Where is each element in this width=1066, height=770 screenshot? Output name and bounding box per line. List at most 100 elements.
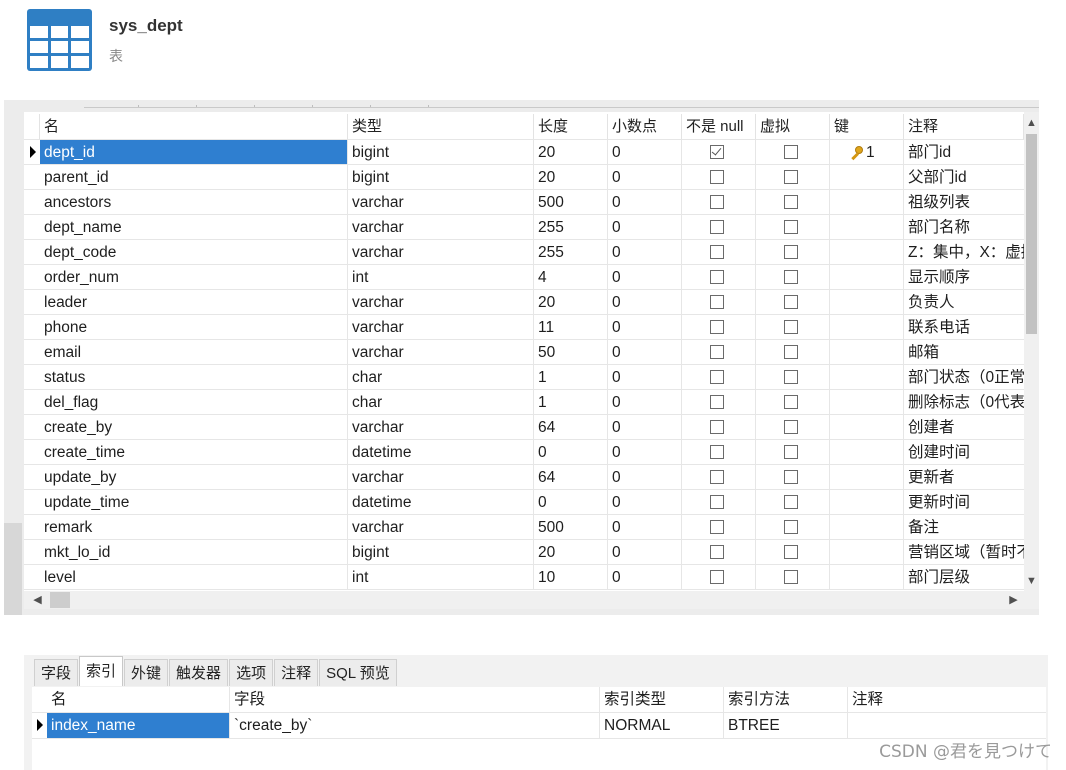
tab-options[interactable]: 选项 xyxy=(229,659,274,686)
virtual-checkbox[interactable] xyxy=(784,170,798,184)
row-indicator-cell[interactable] xyxy=(24,465,40,490)
field-decimals-cell[interactable]: 0 xyxy=(608,540,682,565)
not-null-checkbox[interactable] xyxy=(710,295,724,309)
field-type-cell[interactable]: int xyxy=(348,565,534,590)
field-name-cell[interactable]: leader xyxy=(40,290,348,315)
col-header-name[interactable]: 名 xyxy=(40,114,348,140)
virtual-checkbox[interactable] xyxy=(784,470,798,484)
field-type-cell[interactable]: varchar xyxy=(348,290,534,315)
virtual-cell[interactable] xyxy=(756,165,830,190)
field-decimals-cell[interactable]: 0 xyxy=(608,165,682,190)
field-length-cell[interactable]: 0 xyxy=(534,490,608,515)
field-type-cell[interactable]: bigint xyxy=(348,165,534,190)
fields-grid[interactable]: 名类型 长度 小数点 不是 null 虚拟键注释 dept_id bigint 20 0 1 部门… xyxy=(24,112,1024,591)
virtual-checkbox[interactable] xyxy=(784,320,798,334)
field-comment-cell[interactable]: 联系电话 xyxy=(904,315,1024,340)
field-row[interactable]: email varchar 50 0 邮箱 xyxy=(24,340,1024,365)
field-type-cell[interactable]: bigint xyxy=(348,140,534,165)
vertical-scrollbar[interactable]: ▲ ▼ xyxy=(1024,112,1039,591)
key-cell[interactable] xyxy=(830,215,904,240)
field-row[interactable]: parent_id bigint 20 0 父部门id xyxy=(24,165,1024,190)
virtual-cell[interactable] xyxy=(756,215,830,240)
virtual-checkbox[interactable] xyxy=(784,495,798,509)
row-indicator-cell[interactable] xyxy=(24,415,40,440)
key-cell[interactable] xyxy=(830,440,904,465)
row-indicator-cell[interactable] xyxy=(24,140,40,165)
row-indicator-cell[interactable] xyxy=(24,565,40,590)
field-row[interactable]: remark varchar 500 0 备注 xyxy=(24,515,1024,540)
field-comment-cell[interactable]: 部门id xyxy=(904,140,1024,165)
not-null-cell[interactable] xyxy=(682,165,756,190)
key-cell[interactable]: 1 xyxy=(830,140,904,165)
col-header-index-type[interactable]: 索引类型 xyxy=(600,687,724,713)
field-decimals-cell[interactable]: 0 xyxy=(608,565,682,590)
virtual-checkbox[interactable] xyxy=(784,570,798,584)
col-header-comment[interactable]: 注释 xyxy=(904,114,1024,140)
field-type-cell[interactable]: bigint xyxy=(348,540,534,565)
key-cell[interactable] xyxy=(830,515,904,540)
field-decimals-cell[interactable]: 0 xyxy=(608,190,682,215)
field-decimals-cell[interactable]: 0 xyxy=(608,515,682,540)
virtual-checkbox[interactable] xyxy=(784,545,798,559)
virtual-cell[interactable] xyxy=(756,565,830,590)
field-row[interactable]: dept_name varchar 255 0 部门名称 xyxy=(24,215,1024,240)
col-header-index-method[interactable]: 索引方法 xyxy=(724,687,848,713)
field-row[interactable]: mkt_lo_id bigint 20 0 营销区域（暂时不 xyxy=(24,540,1024,565)
virtual-cell[interactable] xyxy=(756,340,830,365)
field-type-cell[interactable]: int xyxy=(348,265,534,290)
key-cell[interactable] xyxy=(830,490,904,515)
not-null-cell[interactable] xyxy=(682,440,756,465)
key-cell[interactable] xyxy=(830,190,904,215)
col-header-index-name[interactable]: 名 xyxy=(47,687,230,713)
virtual-cell[interactable] xyxy=(756,315,830,340)
field-decimals-cell[interactable]: 0 xyxy=(608,365,682,390)
key-cell[interactable] xyxy=(830,315,904,340)
field-type-cell[interactable]: varchar xyxy=(348,465,534,490)
field-row[interactable]: dept_code varchar 255 0 Z：集中，X：虚拟 xyxy=(24,240,1024,265)
virtual-checkbox[interactable] xyxy=(784,220,798,234)
field-length-cell[interactable]: 1 xyxy=(534,390,608,415)
not-null-cell[interactable] xyxy=(682,190,756,215)
field-length-cell[interactable]: 10 xyxy=(534,565,608,590)
col-header-type[interactable]: 类型 xyxy=(348,114,534,140)
virtual-cell[interactable] xyxy=(756,265,830,290)
field-length-cell[interactable]: 255 xyxy=(534,240,608,265)
not-null-checkbox[interactable] xyxy=(710,470,724,484)
not-null-checkbox[interactable] xyxy=(710,395,724,409)
not-null-cell[interactable] xyxy=(682,515,756,540)
scroll-down-icon[interactable]: ▼ xyxy=(1024,573,1039,589)
virtual-checkbox[interactable] xyxy=(784,195,798,209)
virtual-cell[interactable] xyxy=(756,490,830,515)
not-null-cell[interactable] xyxy=(682,140,756,165)
field-comment-cell[interactable]: 部门状态（0正常 xyxy=(904,365,1024,390)
virtual-cell[interactable] xyxy=(756,465,830,490)
field-decimals-cell[interactable]: 0 xyxy=(608,240,682,265)
index-name-cell[interactable]: index_name xyxy=(47,713,230,739)
field-decimals-cell[interactable]: 0 xyxy=(608,215,682,240)
virtual-cell[interactable] xyxy=(756,390,830,415)
field-comment-cell[interactable]: 部门名称 xyxy=(904,215,1024,240)
field-length-cell[interactable]: 20 xyxy=(534,140,608,165)
field-comment-cell[interactable]: 创建时间 xyxy=(904,440,1024,465)
field-comment-cell[interactable]: 删除标志（0代表 xyxy=(904,390,1024,415)
key-cell[interactable] xyxy=(830,340,904,365)
field-row[interactable]: update_by varchar 64 0 更新者 xyxy=(24,465,1024,490)
field-decimals-cell[interactable]: 0 xyxy=(608,390,682,415)
tab-indexes[interactable]: 索引 xyxy=(79,656,124,686)
field-decimals-cell[interactable]: 0 xyxy=(608,465,682,490)
index-method-cell[interactable]: BTREE xyxy=(724,713,848,739)
field-comment-cell[interactable]: 更新时间 xyxy=(904,490,1024,515)
col-header-length[interactable]: 长度 xyxy=(534,114,608,140)
virtual-cell[interactable] xyxy=(756,415,830,440)
field-comment-cell[interactable]: 负责人 xyxy=(904,290,1024,315)
field-row[interactable]: update_time datetime 0 0 更新时间 xyxy=(24,490,1024,515)
scroll-up-icon[interactable]: ▲ xyxy=(1024,115,1039,131)
field-row[interactable]: create_by varchar 64 0 创建者 xyxy=(24,415,1024,440)
virtual-checkbox[interactable] xyxy=(784,295,798,309)
not-null-cell[interactable] xyxy=(682,290,756,315)
field-length-cell[interactable]: 20 xyxy=(534,540,608,565)
field-type-cell[interactable]: varchar xyxy=(348,215,534,240)
field-comment-cell[interactable]: 邮箱 xyxy=(904,340,1024,365)
row-indicator-cell[interactable] xyxy=(24,515,40,540)
not-null-checkbox[interactable] xyxy=(710,145,724,159)
